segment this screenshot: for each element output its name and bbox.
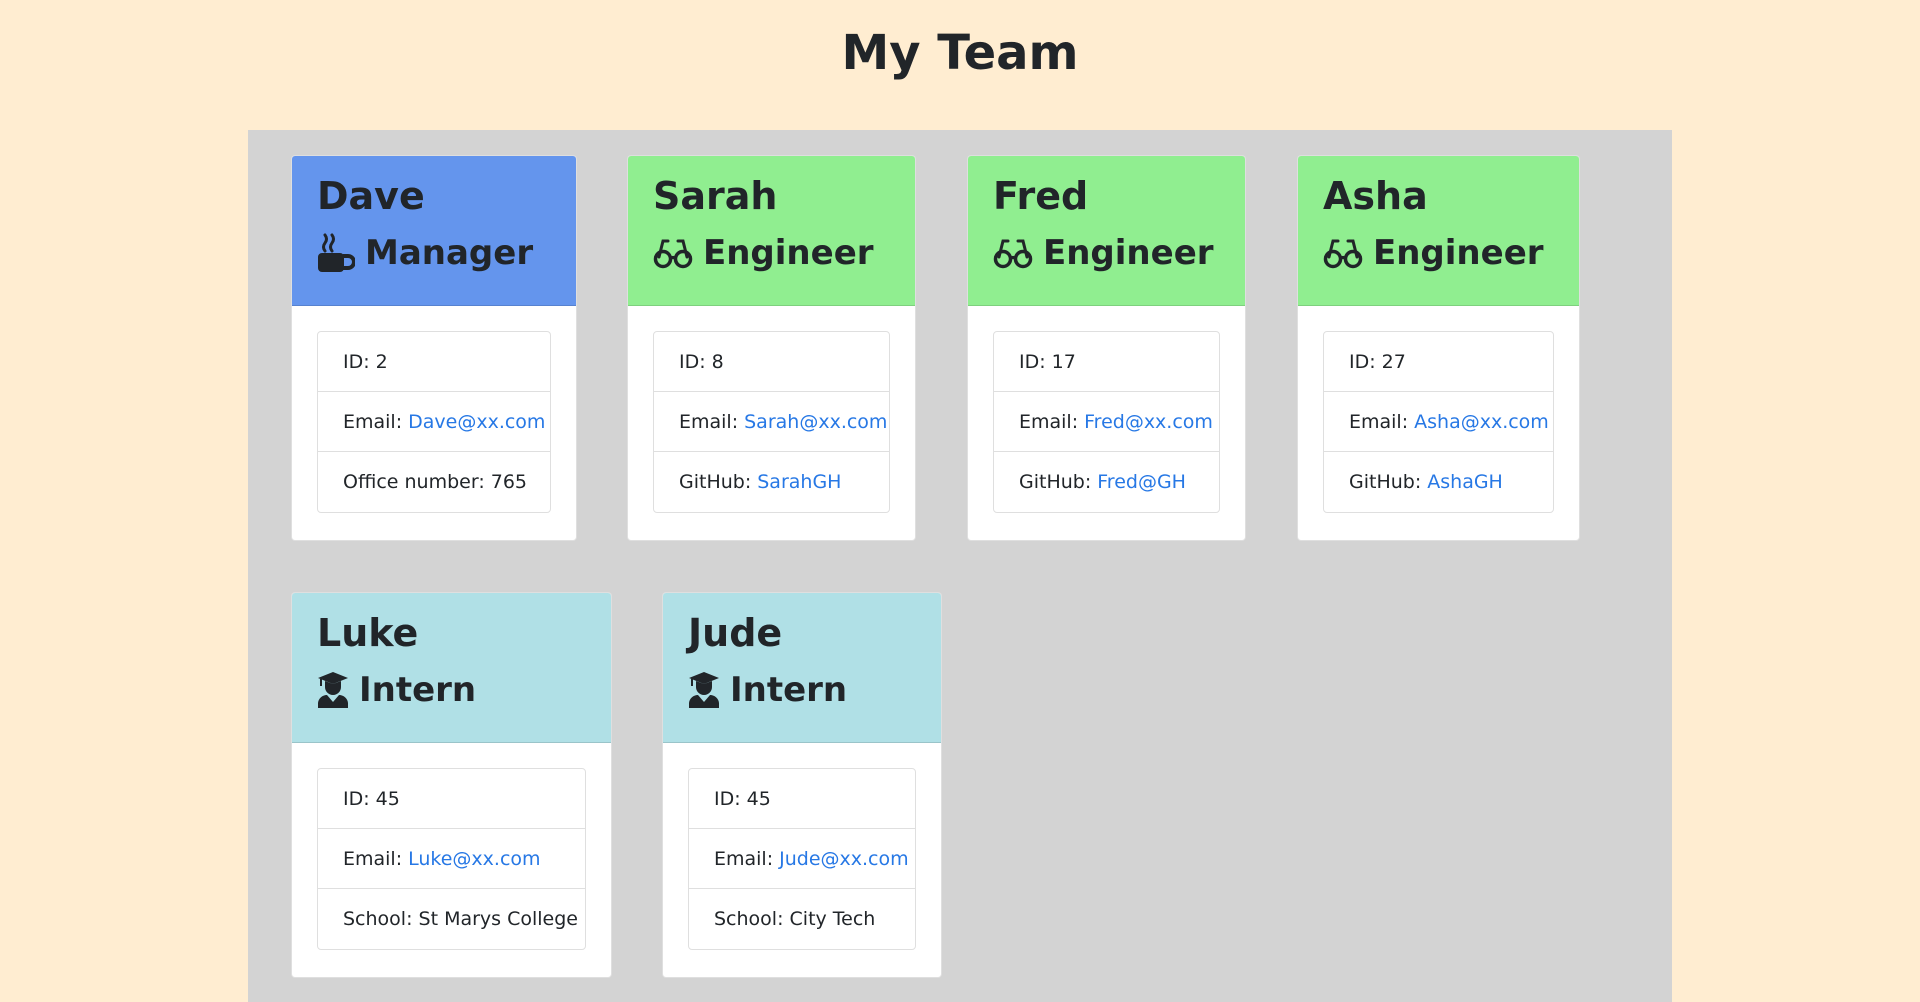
card-header: Fred Engineer: [968, 156, 1245, 306]
info-list: ID: 17 Email: Fred@xx.com GitHub: Fred@GH: [993, 331, 1220, 513]
card-body: ID: 17 Email: Fred@xx.com GitHub: Fred@GH: [968, 306, 1245, 538]
email-link[interactable]: Jude@xx.com: [779, 848, 909, 870]
github-label: GitHub:: [1349, 471, 1422, 493]
role-label: Intern: [359, 670, 477, 710]
email-label: Email:: [1019, 410, 1079, 433]
github-item: GitHub: Fred@GH: [994, 452, 1219, 512]
mug-hot-icon: [317, 233, 355, 273]
email-link[interactable]: Fred@xx.com: [1084, 411, 1213, 433]
card-body: ID: 45 Email: Luke@xx.com School: St Mary…: [292, 743, 611, 975]
office-number-text: Office number: 765: [343, 471, 528, 493]
card-header: Dave Manager: [292, 156, 576, 306]
employee-card-dave: Dave Manager ID: 2 Email: Dave@xx.com Off…: [291, 155, 577, 541]
office-number-item: Office number: 765: [318, 452, 550, 512]
id-item: ID: 17: [994, 332, 1219, 392]
employee-role: Intern: [688, 665, 916, 715]
github-label: GitHub:: [1019, 471, 1092, 493]
role-label: Engineer: [1043, 233, 1214, 273]
email-label: Email:: [1349, 410, 1409, 433]
card-header: Jude Intern: [663, 593, 941, 743]
graduate-icon: [688, 671, 720, 709]
email-item: Email: Jude@xx.com: [689, 829, 915, 889]
github-label: GitHub:: [679, 471, 752, 493]
email-item: Email: Luke@xx.com: [318, 829, 585, 889]
role-label: Intern: [730, 670, 848, 710]
info-list: ID: 45 Email: Jude@xx.com School: City Te…: [688, 768, 916, 950]
card-body: ID: 45 Email: Jude@xx.com School: City Te…: [663, 743, 941, 975]
employee-role: Intern: [317, 665, 586, 715]
id-item: ID: 45: [689, 769, 915, 829]
employee-role: Manager: [317, 228, 551, 278]
employee-name: Fred: [993, 174, 1089, 218]
email-item: Email: Asha@xx.com: [1324, 392, 1553, 452]
email-item: Email: Fred@xx.com: [994, 392, 1219, 452]
email-link[interactable]: Sarah@xx.com: [744, 411, 887, 433]
card-body: ID: 2 Email: Dave@xx.com Office number: 7…: [292, 306, 576, 538]
employee-card-fred: Fred Engineer ID: 17 Email:Fred@xx.com: [967, 155, 1246, 541]
github-link[interactable]: AshaGH: [1427, 471, 1503, 493]
email-label: Email:: [343, 847, 403, 870]
employee-name: Asha: [1323, 174, 1428, 218]
id-text: ID: 8: [679, 350, 724, 373]
employee-role: Engineer: [993, 228, 1220, 278]
card-body: ID: 27 Email: Asha@xx.com GitHub: AshaGH: [1298, 306, 1579, 538]
school-item: School: City Tech: [689, 889, 915, 949]
graduate-icon: [317, 671, 349, 709]
glasses-icon: [993, 237, 1033, 269]
github-item: GitHub: SarahGH: [654, 452, 889, 512]
id-item: ID: 27: [1324, 332, 1553, 392]
id-item: ID: 8: [654, 332, 889, 392]
employee-card-luke: Luke Intern ID: 45 Email: Luke@xx.com Sch…: [291, 592, 612, 978]
role-label: Engineer: [1373, 233, 1544, 273]
employee-name: Luke: [317, 611, 419, 655]
employee-name: Jude: [688, 611, 783, 655]
employee-card-sarah: Sarah Engineer ID: 8 Email:Sarah@xx.com: [627, 155, 916, 541]
id-text: ID: 27: [1349, 350, 1406, 373]
email-label: Email:: [679, 410, 739, 433]
id-text: ID: 17: [1019, 350, 1076, 373]
id-text: ID: 45: [343, 787, 400, 810]
school-text: School: St Marys College: [343, 908, 578, 930]
id-text: ID: 2: [343, 350, 388, 373]
role-label: Manager: [365, 233, 534, 273]
info-list: ID: 27 Email: Asha@xx.com GitHub: AshaGH: [1323, 331, 1554, 513]
info-list: ID: 8 Email: Sarah@xx.com GitHub: SarahGH: [653, 331, 890, 513]
email-item: Email: Sarah@xx.com: [654, 392, 889, 452]
employee-role: Engineer: [653, 228, 890, 278]
email-item: Email: Dave@xx.com: [318, 392, 550, 452]
email-link[interactable]: Asha@xx.com: [1414, 411, 1549, 433]
team-area: Dave Manager ID: 2 Email: Dave@xx.com Off…: [248, 130, 1672, 1002]
info-list: ID: 2 Email: Dave@xx.com Office number: 7…: [317, 331, 551, 513]
email-label: Email:: [343, 410, 403, 433]
github-link[interactable]: SarahGH: [757, 471, 841, 493]
card-body: ID: 8 Email: Sarah@xx.com GitHub: SarahGH: [628, 306, 915, 538]
employee-name: Dave: [317, 174, 425, 218]
card-header: Asha Engineer: [1298, 156, 1579, 306]
github-item: GitHub: AshaGH: [1324, 452, 1553, 512]
school-item: School: St Marys College: [318, 889, 585, 949]
school-text: School: City Tech: [714, 908, 876, 930]
id-item: ID: 2: [318, 332, 550, 392]
card-header: Luke Intern: [292, 593, 611, 743]
employee-card-jude: Jude Intern ID: 45 Email: Jude@xx.com Sch…: [662, 592, 942, 978]
id-item: ID: 45: [318, 769, 585, 829]
email-label: Email:: [714, 847, 774, 870]
github-link[interactable]: Fred@GH: [1097, 471, 1186, 493]
glasses-icon: [653, 237, 693, 269]
glasses-icon: [1323, 237, 1363, 269]
email-link[interactable]: Luke@xx.com: [408, 848, 540, 870]
employee-card-asha: Asha Engineer ID: 27 Email:Asha@xx.com: [1297, 155, 1580, 541]
employee-name: Sarah: [653, 174, 778, 218]
role-label: Engineer: [703, 233, 874, 273]
email-link[interactable]: Dave@xx.com: [408, 411, 545, 433]
employee-role: Engineer: [1323, 228, 1554, 278]
card-header: Sarah Engineer: [628, 156, 915, 306]
id-text: ID: 45: [714, 787, 771, 810]
page-title: My Team: [841, 25, 1079, 81]
info-list: ID: 45 Email: Luke@xx.com School: St Mary…: [317, 768, 586, 950]
